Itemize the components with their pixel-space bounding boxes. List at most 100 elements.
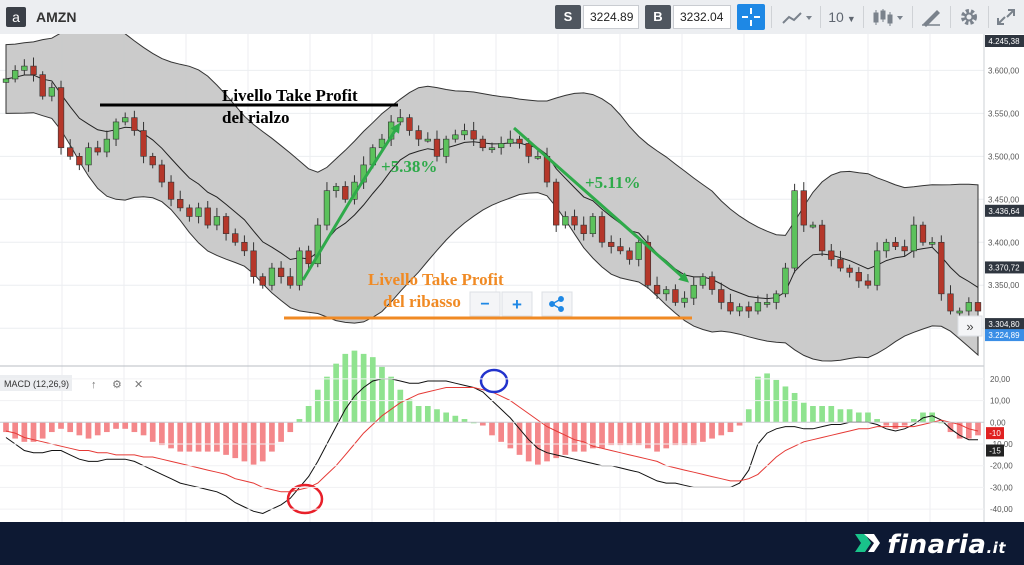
gear-icon[interactable]: ⚙ — [112, 379, 122, 391]
candle — [956, 310, 963, 314]
macd-label: MACD (12,26,9) — [4, 379, 69, 389]
candle — [580, 224, 587, 234]
candle — [149, 156, 156, 166]
macd-bar — [49, 422, 55, 433]
macd-bar — [745, 409, 752, 423]
price-tick-label: 3.550,00 — [988, 109, 1020, 118]
macd-bar — [828, 406, 835, 423]
candle — [974, 302, 982, 312]
candle — [901, 246, 908, 252]
arrow-up-icon[interactable]: ↑ — [91, 379, 97, 391]
macd-bar — [269, 422, 275, 452]
buy-button[interactable]: B — [645, 5, 671, 29]
close-icon[interactable]: ✕ — [134, 379, 143, 391]
macd-bar — [94, 422, 101, 436]
zoom-in-label: + — [512, 295, 522, 314]
macd-bar — [764, 373, 770, 423]
macd-badge-label: -15 — [989, 447, 1001, 456]
macd-bar — [837, 409, 844, 423]
macd-bar — [635, 422, 642, 446]
candle — [965, 302, 972, 312]
toolbar-separator — [950, 6, 951, 28]
draw-icon[interactable] — [916, 4, 946, 30]
timeframe-select[interactable]: 10 ▼ — [824, 4, 860, 30]
candle — [663, 289, 670, 295]
candle — [562, 216, 569, 226]
macd-bar — [39, 422, 46, 439]
crosshair-icon[interactable] — [737, 4, 765, 30]
macd-bar — [443, 412, 449, 423]
candle — [2, 78, 10, 83]
candle — [938, 241, 945, 295]
price-chart[interactable]: Livello Take Profit del rialzo Livello T… — [0, 34, 1024, 522]
candle — [12, 70, 19, 80]
candle — [39, 74, 46, 97]
candle — [763, 302, 771, 305]
candle — [76, 156, 83, 166]
candle — [30, 65, 37, 75]
buy-price[interactable]: 3232.04 — [673, 5, 731, 29]
macd-bar — [12, 422, 19, 439]
candle — [690, 284, 697, 299]
macd-tick-label: 20,00 — [990, 375, 1011, 384]
macd-bar — [214, 422, 220, 452]
candle — [708, 276, 716, 290]
candle — [754, 302, 762, 312]
macd-bar — [855, 412, 862, 423]
candle — [296, 250, 303, 286]
macd-bar — [58, 422, 64, 429]
price-tick-label: 3.400,00 — [988, 238, 1020, 247]
candle — [158, 164, 166, 183]
candle — [773, 293, 780, 303]
candle — [589, 216, 597, 234]
candle — [608, 241, 615, 247]
candle — [305, 250, 312, 265]
macd-bar — [846, 409, 853, 423]
candle — [699, 276, 707, 286]
chart-type-icon[interactable] — [777, 4, 817, 30]
candle — [892, 241, 899, 247]
candle — [635, 241, 642, 260]
sell-price[interactable]: 3224.89 — [583, 5, 639, 29]
candle — [406, 117, 413, 131]
candle — [57, 87, 65, 149]
candle — [516, 138, 523, 144]
macd-bar — [700, 422, 706, 442]
candle — [800, 190, 807, 226]
take-profit-down-sublabel: del ribasso — [383, 292, 461, 311]
macd-bar — [782, 386, 789, 423]
candle — [415, 130, 422, 140]
candle — [332, 186, 340, 192]
candle — [112, 121, 120, 140]
macd-bar — [333, 363, 339, 423]
macd-bar — [351, 350, 358, 423]
candle — [525, 143, 532, 157]
candle — [791, 190, 798, 269]
chevron-down-icon: ▼ — [846, 14, 856, 24]
macd-bar — [810, 406, 816, 423]
candles-icon[interactable] — [868, 4, 908, 30]
toolbar-separator — [863, 6, 864, 28]
price-badge-label: 3.436,64 — [988, 207, 1020, 216]
candle — [919, 224, 927, 243]
fullscreen-icon[interactable] — [992, 4, 1020, 30]
candle — [479, 138, 486, 149]
sell-button[interactable]: S — [555, 5, 581, 29]
macd-badge-label: -10 — [989, 429, 1001, 438]
settings-icon[interactable] — [954, 4, 984, 30]
candle — [745, 306, 752, 312]
candle — [213, 216, 221, 226]
toolbar-separator — [912, 6, 913, 28]
macd-bar — [67, 422, 74, 433]
candle — [681, 297, 688, 303]
candle — [598, 216, 606, 243]
macd-bar — [626, 422, 633, 446]
macd-bar — [562, 422, 569, 455]
candle — [507, 138, 514, 144]
candle — [626, 250, 633, 260]
share-button[interactable] — [541, 291, 573, 317]
price-badge-label: 3.304,80 — [988, 320, 1020, 329]
zoom-out-label: − — [480, 296, 489, 313]
candle — [910, 224, 917, 252]
candle — [287, 276, 294, 286]
